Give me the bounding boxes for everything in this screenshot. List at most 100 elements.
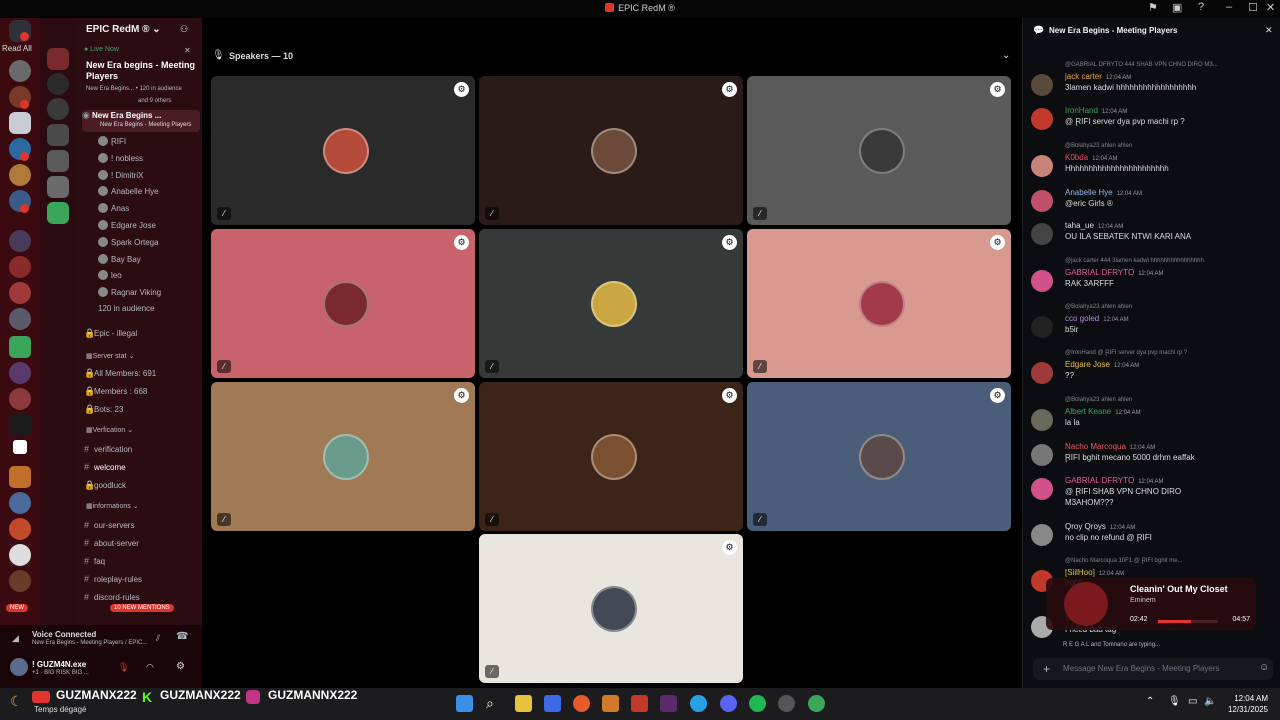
avatar[interactable] — [1031, 190, 1053, 212]
reply-preview[interactable]: @Bolahya23 ahlen ahlen — [1065, 397, 1132, 403]
speaker-tile[interactable]: ⚙ ⁄ — [479, 534, 743, 683]
app-icon[interactable] — [631, 695, 648, 712]
channel-item[interactable]: 🔒All Members: 691 — [84, 368, 202, 384]
plus-icon[interactable]: + — [1043, 662, 1050, 676]
avatar[interactable] — [10, 658, 28, 676]
minimize-button[interactable]: – — [1226, 1, 1232, 13]
server-icon[interactable] — [47, 150, 69, 172]
server-icon[interactable] — [9, 164, 31, 186]
xbox-icon[interactable] — [808, 695, 825, 712]
system-clock[interactable]: 12:04 AM 12/31/2025 — [1228, 693, 1268, 715]
stage-member[interactable]: ! DimitriX — [98, 169, 198, 186]
server-icon[interactable] — [47, 48, 69, 70]
chevron-down-icon[interactable]: ⌄ — [1002, 50, 1010, 61]
avatar[interactable] — [1031, 524, 1053, 546]
disconnect-icon[interactable]: ☎ — [176, 631, 188, 642]
reply-preview[interactable]: @IronHand @ ⱤIFI server dya pvp machi rp… — [1065, 350, 1187, 356]
server-icon[interactable] — [9, 282, 31, 304]
settings-icon[interactable]: ⚙ — [454, 388, 469, 403]
channel-item[interactable]: 🔒goodluck — [84, 480, 202, 496]
avatar[interactable] — [1031, 316, 1053, 338]
close-button[interactable]: ✕ — [1266, 1, 1275, 14]
reply-preview[interactable]: @Bolahya23 ahlen ahlen — [1065, 304, 1132, 310]
username[interactable]: ! GUZM4N.exe — [32, 660, 86, 669]
new-badge[interactable]: NEW — [6, 604, 28, 612]
app-icon[interactable] — [602, 695, 619, 712]
message-author[interactable]: IronHand 12:04 AM — [1065, 106, 1127, 115]
stage-member[interactable]: Ragnar Viking — [98, 287, 198, 303]
speaker-tile[interactable]: ⚙ ⁄ — [479, 76, 743, 225]
speaker-tile[interactable]: ⚙ ⁄ — [747, 229, 1011, 378]
server-icon[interactable] — [9, 518, 31, 540]
stage-member[interactable]: ! nobless — [98, 152, 198, 169]
speaker-tile[interactable]: ⚙ ⁄ — [479, 229, 743, 378]
reply-preview[interactable]: @Nacho Marcoqua 10F1 @ ⱤIFI bghit me... — [1065, 558, 1183, 564]
settings-icon[interactable]: ⚙ — [722, 388, 737, 403]
settings-icon[interactable]: ⚙ — [722, 540, 737, 555]
stage-member[interactable]: ⱤIFI — [98, 136, 198, 152]
channel-category[interactable]: ▦Verfication ⌄ — [86, 426, 133, 434]
message-author[interactable]: Qroy Qroys 12:04 AM — [1065, 522, 1135, 531]
settings-icon[interactable]: ⚙ — [990, 82, 1005, 97]
network-icon[interactable]: ▭ — [1188, 696, 1197, 707]
avatar[interactable] — [1031, 108, 1053, 130]
volume-icon[interactable]: 🔈 — [1204, 696, 1216, 707]
screen-icon[interactable]: ▣ — [1172, 1, 1182, 14]
stage-channel[interactable]: ◉ New Era Begins ... New Era Begins - Mee… — [82, 110, 200, 132]
message-author[interactable]: Anabelle Hye 12:04 AM — [1065, 188, 1142, 197]
spotify-icon[interactable] — [749, 695, 766, 712]
app-icon[interactable] — [660, 695, 677, 712]
new-mentions-badge[interactable]: 10 NEW MENTIONS — [110, 604, 174, 612]
mic-icon[interactable]: 🎙 — [1168, 696, 1181, 707]
stage-member[interactable]: Edgare Jose — [98, 220, 198, 236]
server-icon[interactable] — [9, 492, 31, 514]
message-author[interactable]: [SiilHoo] 12:04 AM — [1065, 568, 1124, 577]
settings-icon[interactable]: ⚙ — [454, 82, 469, 97]
windows-start-icon[interactable] — [456, 695, 473, 712]
file-explorer-icon[interactable] — [515, 695, 532, 712]
emoji-icon[interactable]: ☺ — [1259, 662, 1269, 673]
settings-icon[interactable]: ⚙ — [454, 235, 469, 250]
message-author[interactable]: taha_ue 12:04 AM — [1065, 221, 1123, 230]
speaker-tile[interactable]: ⚙ ⁄ — [211, 76, 475, 225]
message-author[interactable]: GABRIAL DFRYTO 12:04 AM — [1065, 476, 1164, 485]
search-icon[interactable]: ⌕ — [486, 695, 503, 712]
voice-channel[interactable]: New Era Begins - Meeting Players / EPIC.… — [32, 640, 147, 646]
stage-member[interactable]: leo — [98, 270, 198, 286]
message-author[interactable]: GABRIAL DFRYTO 12:04 AM — [1065, 268, 1164, 277]
channel-category[interactable]: ▦informations ⌄ — [86, 502, 139, 510]
read-all-label[interactable]: Read All — [2, 44, 32, 53]
server-name[interactable]: EPIC RedM ® ⌄ — [86, 24, 161, 35]
settings-icon[interactable]: ⚙ — [722, 82, 737, 97]
avatar[interactable] — [1031, 409, 1053, 431]
add-member-icon[interactable]: ⚇ — [180, 24, 188, 35]
server-icon[interactable] — [9, 112, 31, 134]
reply-preview[interactable]: @jack carter 444 3lamen kadwi hhhhhhhhhh… — [1065, 258, 1204, 264]
inbox-icon[interactable]: ⚑ — [1148, 1, 1158, 14]
server-icon[interactable] — [9, 414, 31, 436]
mic-icon[interactable]: 🎙 — [118, 662, 129, 673]
server-icon[interactable] — [9, 388, 31, 410]
message-author[interactable]: jack carter 12:04 AM — [1065, 72, 1131, 81]
avatar[interactable] — [1031, 478, 1053, 500]
speaker-tile[interactable]: ⚙ ⁄ — [747, 382, 1011, 531]
server-icon[interactable] — [47, 73, 69, 95]
store-icon[interactable] — [544, 695, 561, 712]
message-author[interactable]: Nacho Marcoqua 12:04 AM — [1065, 442, 1155, 451]
server-icon[interactable] — [9, 466, 31, 488]
server-icon[interactable] — [9, 544, 31, 566]
headphones-icon[interactable]: ◠ — [146, 662, 154, 673]
avatar[interactable] — [1031, 155, 1053, 177]
message-author[interactable]: Albert Keane 12:04 AM — [1065, 407, 1141, 416]
settings-icon[interactable]: ⚙ — [990, 235, 1005, 250]
close-icon[interactable]: ✕ — [184, 46, 191, 55]
server-icon[interactable] — [9, 570, 31, 592]
avatar[interactable] — [1031, 223, 1053, 245]
speaker-tile[interactable]: ⚙ ⁄ — [211, 382, 475, 531]
avatar[interactable] — [1031, 270, 1053, 292]
telegram-icon[interactable] — [690, 695, 707, 712]
server-icon[interactable] — [47, 202, 69, 224]
server-icon[interactable] — [47, 176, 69, 198]
server-icon[interactable] — [13, 440, 27, 454]
settings-icon[interactable]: ⚙ — [722, 235, 737, 250]
